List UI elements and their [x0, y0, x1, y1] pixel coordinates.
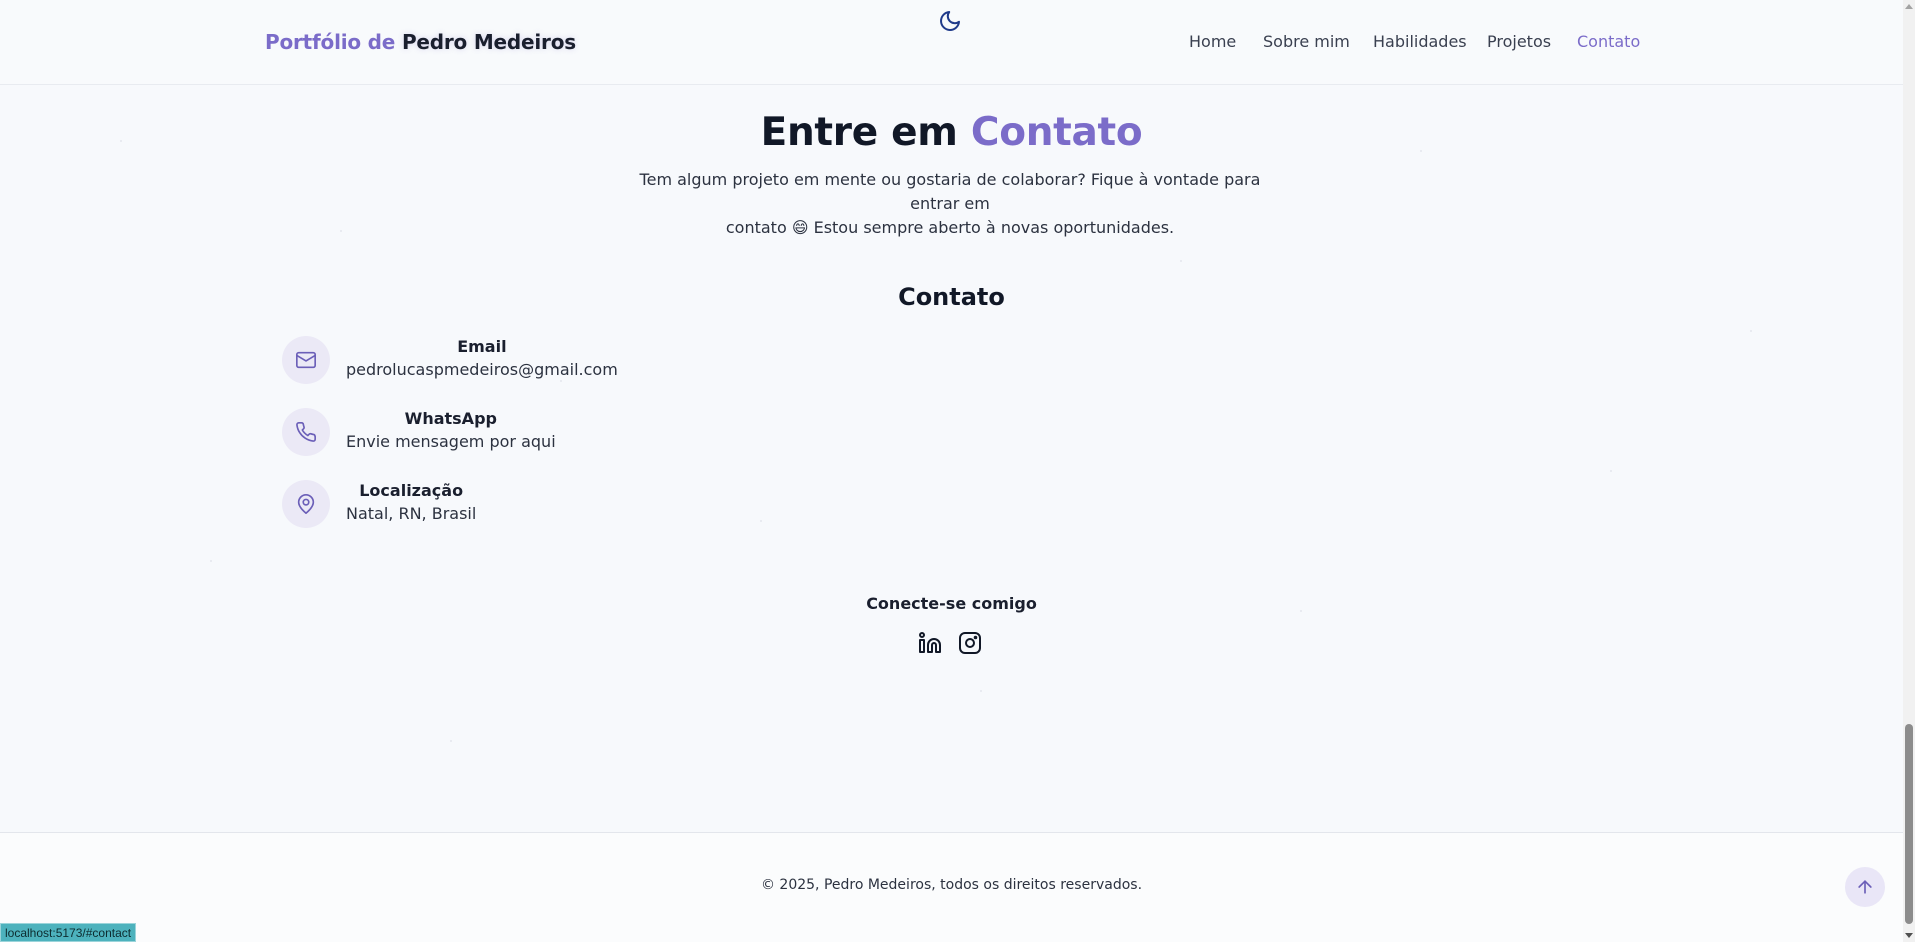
- copyright-text: © 2025, Pedro Medeiros, todos os direito…: [760, 877, 1143, 893]
- scroll-down-arrow[interactable]: [1905, 933, 1913, 938]
- contact-icon-wrapper: [282, 480, 330, 528]
- scroll-thumb[interactable]: [1905, 724, 1913, 924]
- scroll-up-arrow[interactable]: [1905, 4, 1913, 9]
- phone-icon: [296, 422, 316, 442]
- contact-label: Localização: [359, 481, 464, 500]
- contact-value: pedrolucaspmedeiros@gmail.com: [346, 360, 618, 379]
- theme-toggle-button[interactable]: [937, 8, 963, 34]
- contact-text: Email pedrolucaspmedeiros@gmail.com: [346, 336, 618, 382]
- link-status-bar: localhost:5173/#contact: [0, 923, 137, 942]
- contact-label: WhatsApp: [404, 409, 497, 428]
- section-title-prefix: Entre em: [760, 110, 958, 155]
- site-header: Portfólio de Pedro Medeiros Home Sobre m…: [0, 0, 1903, 85]
- section-title-accent: Contato: [970, 110, 1143, 155]
- instagram-icon: [959, 632, 981, 654]
- section-subtitle: Tem algum projeto em mente ou gostaria d…: [635, 168, 1265, 240]
- arrow-up-icon: [1858, 880, 1872, 894]
- contact-value: Natal, RN, Brasil: [346, 504, 477, 523]
- site-footer: © 2025, Pedro Medeiros, todos os direito…: [0, 832, 1903, 942]
- contact-icon-wrapper: [282, 408, 330, 456]
- contact-label: Email: [457, 337, 507, 356]
- moon-icon: [940, 11, 960, 31]
- connect-title: Conecte-se comigo: [866, 594, 1037, 613]
- contact-text: WhatsApp Envie mensagem por aqui: [346, 408, 556, 454]
- contact-text: Localização Natal, RN, Brasil: [346, 480, 476, 526]
- contact-heading: Contato: [898, 283, 1005, 311]
- map-pin-icon: [297, 494, 315, 514]
- linkedin-icon: [919, 632, 941, 653]
- back-to-top-button[interactable]: [1845, 867, 1885, 907]
- instagram-link[interactable]: [957, 630, 983, 656]
- page-scrollbar[interactable]: [1903, 0, 1915, 942]
- section-title: Entre em Contato: [0, 110, 1903, 155]
- logo-name: Pedro Medeiros: [401, 30, 576, 54]
- contact-icon-wrapper: [282, 336, 330, 384]
- nav-sobre-mim[interactable]: Sobre mim: [1263, 32, 1350, 51]
- mail-icon: [296, 351, 316, 369]
- nav-contato[interactable]: Contato: [1577, 32, 1640, 51]
- logo-prefix: Portfólio de: [265, 30, 396, 54]
- nav-home[interactable]: Home: [1189, 32, 1236, 51]
- nav-habilidades[interactable]: Habilidades: [1373, 32, 1467, 51]
- contact-value: Envie mensagem por aqui: [346, 432, 556, 451]
- subtitle-line-2: contato 😄 Estou sempre aberto à novas op…: [725, 218, 1175, 237]
- linkedin-link[interactable]: [917, 630, 943, 656]
- subtitle-line-1: Tem algum projeto em mente ou gostaria d…: [639, 170, 1261, 213]
- site-logo[interactable]: Portfólio de Pedro Medeiros: [265, 30, 576, 54]
- nav-projetos[interactable]: Projetos: [1487, 32, 1551, 51]
